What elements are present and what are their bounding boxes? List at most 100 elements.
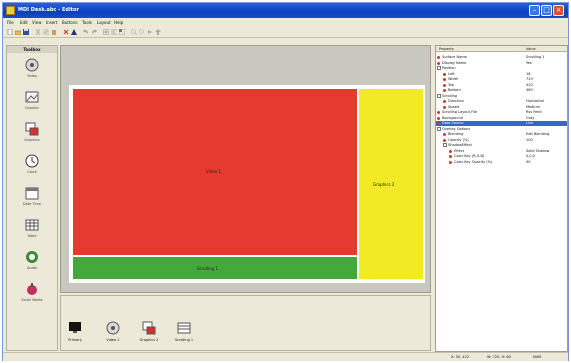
property-row[interactable]: Data Source Live [436, 121, 567, 126]
menu-tools[interactable]: Tools [82, 20, 92, 25]
property-value[interactable]: 0,0,0 [526, 154, 535, 158]
property-row[interactable]: Width 720 [436, 77, 567, 82]
pane-label: Scrolling 1 [197, 266, 218, 271]
property-bullet-icon [443, 89, 446, 92]
tool-clock[interactable]: Clock [19, 154, 45, 182]
property-name: Color Key (R,G,B) [454, 154, 485, 158]
menu-help[interactable]: Help [114, 20, 123, 25]
property-bullet-icon [443, 72, 446, 76]
property-value[interactable]: Edit Blending [526, 132, 549, 136]
new-file-icon[interactable] [7, 29, 13, 35]
property-name: Scrolling [442, 93, 458, 98]
property-row[interactable]: Color Key (R,G,B) 0,0,0 [436, 154, 567, 159]
property-row[interactable]: Effect Solid Shadow [436, 149, 567, 154]
tool-date-time[interactable]: Date Time [19, 186, 45, 214]
property-value[interactable]: Rss Feed [526, 110, 542, 114]
property-value[interactable]: 720 [526, 77, 533, 81]
property-row[interactable]: Scrolling [436, 93, 567, 99]
menu-insert[interactable]: Insert [46, 20, 57, 25]
property-row[interactable]: ShadowEffect [436, 143, 567, 148]
tool-graphic[interactable]: Graphic [19, 90, 45, 118]
property-value[interactable]: 420 [526, 83, 533, 87]
property-name: Surface Name [442, 55, 467, 59]
cut-icon[interactable] [35, 29, 41, 35]
pane-video-1[interactable]: Video 1 [73, 89, 357, 255]
tool-audio[interactable]: Audio [19, 250, 45, 278]
tool-graphics[interactable]: Graphics [19, 122, 45, 150]
graphics-icon [25, 122, 39, 136]
close-button[interactable]: × [553, 5, 564, 16]
maximize-button[interactable]: □ [541, 5, 552, 16]
menu-layout[interactable]: Layout [97, 20, 111, 25]
properties-icon[interactable] [71, 29, 77, 35]
property-row[interactable]: Display Name Yes [436, 61, 567, 66]
expand-toggle-icon[interactable] [437, 66, 441, 70]
minimize-button[interactable]: – [529, 5, 540, 16]
property-row[interactable]: Left 18 [436, 72, 567, 77]
paste-icon[interactable] [51, 29, 57, 35]
property-value[interactable]: Gray [526, 116, 534, 120]
property-row[interactable]: Bottom 480 [436, 88, 567, 93]
tool-scroll-media[interactable]: Scroll Media [19, 282, 45, 310]
undo-icon[interactable] [83, 29, 89, 35]
property-value[interactable]: Live [526, 121, 533, 125]
property-value[interactable]: Solid Shadow [526, 149, 549, 153]
delete-icon[interactable] [63, 29, 69, 35]
menu-file[interactable]: File [7, 20, 14, 25]
pane-graphics-2[interactable]: Graphics 2 [359, 89, 423, 279]
layout-icon[interactable] [119, 29, 125, 35]
property-row[interactable]: Scrolling Layout File Rss Feed [436, 110, 567, 115]
open-folder-icon[interactable] [15, 29, 21, 35]
property-value[interactable]: 480 [526, 88, 533, 92]
property-row[interactable]: Blending Edit Blending [436, 132, 567, 137]
tray-item-graphics-2[interactable]: Graphics 2 [136, 321, 162, 351]
property-row[interactable]: Overlay Options [436, 126, 567, 132]
tray-item-primary[interactable]: Primary [62, 321, 88, 351]
property-value[interactable]: Horizontal [526, 99, 544, 103]
publish-icon[interactable] [155, 29, 161, 35]
menu-edit[interactable]: Edit [20, 20, 28, 25]
property-row[interactable]: Background Gray [436, 116, 567, 121]
property-row[interactable]: Position [436, 66, 567, 71]
tool-video[interactable]: Video [19, 58, 45, 86]
zoom-in-icon[interactable] [131, 29, 137, 35]
value-column-header[interactable]: Value [526, 47, 536, 51]
redo-icon[interactable] [91, 29, 97, 35]
copy-icon[interactable] [43, 29, 49, 35]
save-icon[interactable] [23, 29, 29, 35]
preview-icon[interactable] [147, 29, 153, 35]
property-row[interactable]: Top 420 [436, 83, 567, 88]
property-name: Position [442, 66, 456, 70]
property-value[interactable]: 18 [526, 72, 530, 76]
expand-toggle-icon[interactable] [437, 93, 441, 98]
tray-item-scrolling-1[interactable]: Scrolling 1 [171, 321, 197, 351]
menu-view[interactable]: View [32, 20, 42, 25]
align-icon[interactable] [111, 29, 117, 35]
property-value[interactable]: Scrolling 1 [526, 55, 544, 59]
title-bar: MDI Desk.abc - Editor – □ × [3, 3, 568, 18]
tray-item-video-1[interactable]: Video 1 [100, 321, 126, 351]
expand-toggle-icon[interactable] [437, 126, 441, 131]
property-row[interactable]: Color Key Opacity (%) 90 [436, 160, 567, 165]
menu-buttons[interactable]: Buttons [62, 20, 77, 25]
app-icon [6, 6, 15, 15]
zoom-out-icon[interactable] [139, 29, 145, 35]
property-row[interactable]: Direction Horizontal [436, 99, 567, 104]
tool-table[interactable]: Table [19, 218, 45, 246]
property-value[interactable]: 90 [526, 160, 530, 164]
property-bullet-icon [443, 105, 446, 109]
pane-scrolling-1[interactable]: Scrolling 1 [73, 257, 357, 279]
status-zoom: NUM [533, 355, 542, 359]
property-row[interactable]: Speed Medium [436, 105, 567, 110]
property-value[interactable]: Medium [526, 105, 540, 109]
grid-icon[interactable] [103, 29, 109, 35]
property-value[interactable]: 100 [526, 138, 533, 142]
property-row[interactable]: Opacity (%) 100 [436, 138, 567, 143]
property-name: Scrolling Layout File [442, 110, 477, 114]
property-value[interactable]: Yes [526, 61, 532, 65]
status-bar: X: 50, 422 W: 720, H: 60 NUM [3, 352, 568, 361]
expand-toggle-icon[interactable] [443, 143, 447, 147]
property-bullet-icon [443, 138, 446, 142]
property-column-header[interactable]: Property [439, 47, 454, 51]
property-row[interactable]: Surface Name Scrolling 1 [436, 55, 567, 60]
